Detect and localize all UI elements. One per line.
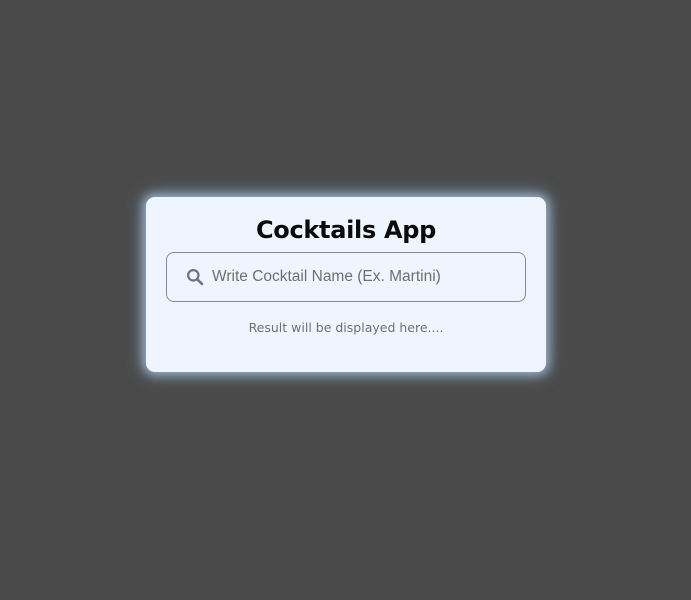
cocktail-name-input[interactable]: [212, 255, 525, 299]
app-title: Cocktails App: [255, 216, 437, 244]
result-placeholder-text: Result will be displayed here....: [248, 320, 444, 335]
search-field[interactable]: [166, 252, 526, 302]
app-page: Cocktails App Result will be displayed h…: [0, 0, 691, 600]
cocktail-search-card: Cocktails App Result will be displayed h…: [146, 197, 546, 372]
search-icon: [186, 268, 204, 286]
